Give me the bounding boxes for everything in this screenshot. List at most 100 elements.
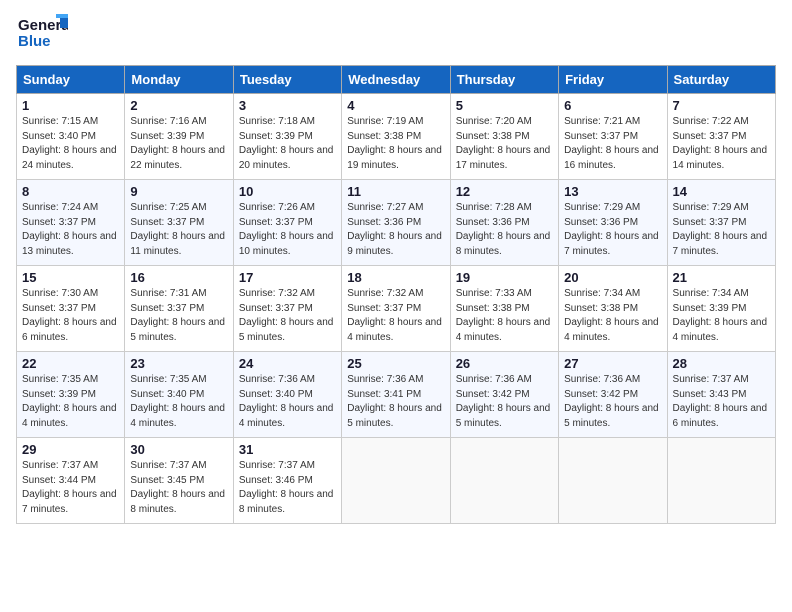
day-info: Sunrise: 7:30 AMSunset: 3:37 PMDaylight:… — [22, 287, 119, 345]
day-number: 29 — [22, 442, 119, 457]
day-info: Sunrise: 7:20 AMSunset: 3:38 PMDaylight:… — [456, 115, 553, 173]
calendar-cell: 23Sunrise: 7:35 AMSunset: 3:40 PMDayligh… — [125, 352, 233, 438]
day-number: 31 — [239, 442, 336, 457]
logo: General Blue — [16, 10, 68, 57]
calendar-cell: 31Sunrise: 7:37 AMSunset: 3:46 PMDayligh… — [233, 438, 341, 524]
day-number: 26 — [456, 356, 553, 371]
calendar-cell: 24 Sunrise: 7:36 AMSunset: 3:40 PMDayligh… — [233, 352, 341, 438]
calendar-cell: 7 Sunrise: 7:22 AMSunset: 3:37 PMDaylight… — [667, 94, 775, 180]
svg-text:Blue: Blue — [18, 33, 51, 50]
day-number: 2 — [130, 98, 227, 113]
calendar-cell: 15 Sunrise: 7:30 AMSunset: 3:37 PMDayligh… — [17, 266, 125, 352]
day-number: 19 — [456, 270, 553, 285]
day-info: Sunrise: 7:29 AMSunset: 3:36 PMDaylight:… — [564, 201, 661, 259]
day-number: 27 — [564, 356, 661, 371]
calendar-cell: 4 Sunrise: 7:19 AMSunset: 3:38 PMDaylight… — [342, 94, 450, 180]
calendar-cell: 1 Sunrise: 7:15 AMSunset: 3:40 PMDaylight… — [17, 94, 125, 180]
day-info: Sunrise: 7:31 AMSunset: 3:37 PMDaylight:… — [130, 287, 227, 345]
day-info: Sunrise: 7:37 AMSunset: 3:45 PMDaylight:… — [130, 459, 227, 517]
calendar-cell: 27 Sunrise: 7:36 AMSunset: 3:42 PMDayligh… — [559, 352, 667, 438]
day-info: Sunrise: 7:16 AMSunset: 3:39 PMDaylight:… — [130, 115, 227, 173]
calendar-cell: 21Sunrise: 7:34 AMSunset: 3:39 PMDayligh… — [667, 266, 775, 352]
calendar-cell: 13 Sunrise: 7:29 AMSunset: 3:36 PMDayligh… — [559, 180, 667, 266]
day-number: 30 — [130, 442, 227, 457]
day-number: 3 — [239, 98, 336, 113]
calendar-cell: 14Sunrise: 7:29 AMSunset: 3:37 PMDayligh… — [667, 180, 775, 266]
day-number: 8 — [22, 184, 119, 199]
day-number: 1 — [22, 98, 119, 113]
day-number: 7 — [673, 98, 770, 113]
logo-svg: General Blue — [16, 10, 68, 52]
day-number: 11 — [347, 184, 444, 199]
weekday-header-sunday: Sunday — [17, 66, 125, 94]
calendar-cell — [559, 438, 667, 524]
week-row-2: 8 Sunrise: 7:24 AMSunset: 3:37 PMDaylight… — [17, 180, 776, 266]
day-number: 18 — [347, 270, 444, 285]
calendar-cell: 30 Sunrise: 7:37 AMSunset: 3:45 PMDayligh… — [125, 438, 233, 524]
calendar-cell: 6Sunrise: 7:21 AMSunset: 3:37 PMDaylight… — [559, 94, 667, 180]
day-info: Sunrise: 7:36 AMSunset: 3:42 PMDaylight:… — [564, 373, 661, 431]
day-info: Sunrise: 7:33 AMSunset: 3:38 PMDaylight:… — [456, 287, 553, 345]
calendar-cell: 8 Sunrise: 7:24 AMSunset: 3:37 PMDaylight… — [17, 180, 125, 266]
day-number: 15 — [22, 270, 119, 285]
calendar-cell: 5 Sunrise: 7:20 AMSunset: 3:38 PMDaylight… — [450, 94, 558, 180]
day-number: 4 — [347, 98, 444, 113]
calendar-table: SundayMondayTuesdayWednesdayThursdayFrid… — [16, 65, 776, 524]
calendar-cell: 17 Sunrise: 7:32 AMSunset: 3:37 PMDayligh… — [233, 266, 341, 352]
weekday-header-tuesday: Tuesday — [233, 66, 341, 94]
weekday-header-monday: Monday — [125, 66, 233, 94]
day-number: 22 — [22, 356, 119, 371]
day-info: Sunrise: 7:36 AMSunset: 3:41 PMDaylight:… — [347, 373, 444, 431]
day-info: Sunrise: 7:15 AMSunset: 3:40 PMDaylight:… — [22, 115, 119, 173]
day-number: 5 — [456, 98, 553, 113]
page: General Blue SundayMondayTuesdayWednesda… — [0, 0, 792, 534]
week-row-4: 22 Sunrise: 7:35 AMSunset: 3:39 PMDayligh… — [17, 352, 776, 438]
day-info: Sunrise: 7:34 AMSunset: 3:38 PMDaylight:… — [564, 287, 661, 345]
day-info: Sunrise: 7:19 AMSunset: 3:38 PMDaylight:… — [347, 115, 444, 173]
day-info: Sunrise: 7:36 AMSunset: 3:40 PMDaylight:… — [239, 373, 336, 431]
calendar-cell: 18Sunrise: 7:32 AMSunset: 3:37 PMDayligh… — [342, 266, 450, 352]
day-info: Sunrise: 7:25 AMSunset: 3:37 PMDaylight:… — [130, 201, 227, 259]
week-row-3: 15 Sunrise: 7:30 AMSunset: 3:37 PMDayligh… — [17, 266, 776, 352]
calendar-cell — [342, 438, 450, 524]
day-info: Sunrise: 7:37 AMSunset: 3:43 PMDaylight:… — [673, 373, 770, 431]
day-number: 28 — [673, 356, 770, 371]
calendar-cell: 3Sunrise: 7:18 AMSunset: 3:39 PMDaylight… — [233, 94, 341, 180]
day-info: Sunrise: 7:29 AMSunset: 3:37 PMDaylight:… — [673, 201, 770, 259]
weekday-header-wednesday: Wednesday — [342, 66, 450, 94]
calendar-cell: 11Sunrise: 7:27 AMSunset: 3:36 PMDayligh… — [342, 180, 450, 266]
day-info: Sunrise: 7:24 AMSunset: 3:37 PMDaylight:… — [22, 201, 119, 259]
week-row-5: 29Sunrise: 7:37 AMSunset: 3:44 PMDayligh… — [17, 438, 776, 524]
day-number: 24 — [239, 356, 336, 371]
day-number: 12 — [456, 184, 553, 199]
calendar-cell: 12Sunrise: 7:28 AMSunset: 3:36 PMDayligh… — [450, 180, 558, 266]
weekday-header-friday: Friday — [559, 66, 667, 94]
calendar-cell: 26 Sunrise: 7:36 AMSunset: 3:42 PMDayligh… — [450, 352, 558, 438]
calendar-cell: 19 Sunrise: 7:33 AMSunset: 3:38 PMDayligh… — [450, 266, 558, 352]
day-info: Sunrise: 7:32 AMSunset: 3:37 PMDaylight:… — [239, 287, 336, 345]
day-number: 21 — [673, 270, 770, 285]
day-number: 10 — [239, 184, 336, 199]
calendar-cell: 10 Sunrise: 7:26 AMSunset: 3:37 PMDayligh… — [233, 180, 341, 266]
day-number: 9 — [130, 184, 227, 199]
calendar-cell: 25 Sunrise: 7:36 AMSunset: 3:41 PMDayligh… — [342, 352, 450, 438]
calendar-cell — [667, 438, 775, 524]
weekday-header-thursday: Thursday — [450, 66, 558, 94]
calendar-cell: 28 Sunrise: 7:37 AMSunset: 3:43 PMDayligh… — [667, 352, 775, 438]
day-info: Sunrise: 7:35 AMSunset: 3:39 PMDaylight:… — [22, 373, 119, 431]
calendar-cell: 16 Sunrise: 7:31 AMSunset: 3:37 PMDayligh… — [125, 266, 233, 352]
weekday-header-row: SundayMondayTuesdayWednesdayThursdayFrid… — [17, 66, 776, 94]
day-info: Sunrise: 7:36 AMSunset: 3:42 PMDaylight:… — [456, 373, 553, 431]
day-number: 17 — [239, 270, 336, 285]
day-number: 16 — [130, 270, 227, 285]
calendar-cell: 2 Sunrise: 7:16 AMSunset: 3:39 PMDaylight… — [125, 94, 233, 180]
day-info: Sunrise: 7:21 AMSunset: 3:37 PMDaylight:… — [564, 115, 661, 173]
header: General Blue — [16, 10, 776, 57]
day-number: 13 — [564, 184, 661, 199]
day-number: 25 — [347, 356, 444, 371]
calendar-cell: 22 Sunrise: 7:35 AMSunset: 3:39 PMDayligh… — [17, 352, 125, 438]
day-info: Sunrise: 7:22 AMSunset: 3:37 PMDaylight:… — [673, 115, 770, 173]
day-info: Sunrise: 7:26 AMSunset: 3:37 PMDaylight:… — [239, 201, 336, 259]
calendar-cell: 20Sunrise: 7:34 AMSunset: 3:38 PMDayligh… — [559, 266, 667, 352]
calendar-cell — [450, 438, 558, 524]
